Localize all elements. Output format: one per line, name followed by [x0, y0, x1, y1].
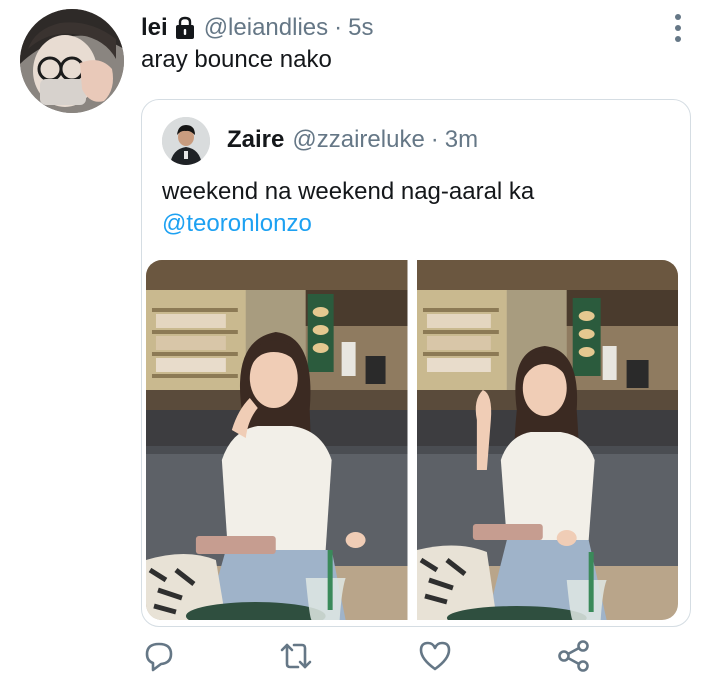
- tweet-timestamp[interactable]: 5s: [348, 14, 373, 42]
- separator-dot: ·: [334, 14, 343, 41]
- mention-link[interactable]: @teoronlonzo: [162, 208, 672, 240]
- lock-icon: [174, 16, 196, 40]
- quoted-author-avatar: [162, 117, 210, 165]
- media-photo[interactable]: [146, 260, 408, 620]
- more-options-icon[interactable]: [670, 14, 686, 42]
- author-handle[interactable]: @leiandlies: [204, 14, 328, 42]
- quoted-tweet-header: Zaire @zzaireluke · 3m: [227, 126, 478, 154]
- tweet-header: lei @leiandlies · 5s: [141, 12, 373, 44]
- quoted-tweet-card[interactable]: Zaire @zzaireluke · 3m weekend na weeken…: [141, 99, 691, 627]
- quoted-tweet-body: weekend na weekend nag-aaral ka: [162, 178, 535, 205]
- avatar-photo: [20, 9, 124, 113]
- quoted-tweet-text: weekend na weekend nag-aaral ka @teoronl…: [162, 176, 672, 240]
- tweet-text: aray bounce nako: [141, 46, 332, 73]
- media-photo[interactable]: [416, 260, 678, 620]
- quoted-tweet-timestamp[interactable]: 3m: [445, 126, 478, 154]
- share-icon[interactable]: [556, 638, 592, 674]
- quoted-author-name[interactable]: Zaire: [227, 126, 284, 154]
- author-name[interactable]: lei: [141, 14, 168, 42]
- reply-icon[interactable]: [141, 638, 177, 674]
- quoted-author-handle[interactable]: @zzaireluke: [292, 126, 424, 154]
- tweet-actions: [0, 638, 720, 674]
- media-grid: [146, 260, 678, 620]
- like-icon[interactable]: [417, 638, 453, 674]
- quoted-separator-dot: ·: [430, 126, 439, 153]
- author-avatar[interactable]: [20, 9, 124, 113]
- retweet-icon[interactable]: [278, 638, 314, 674]
